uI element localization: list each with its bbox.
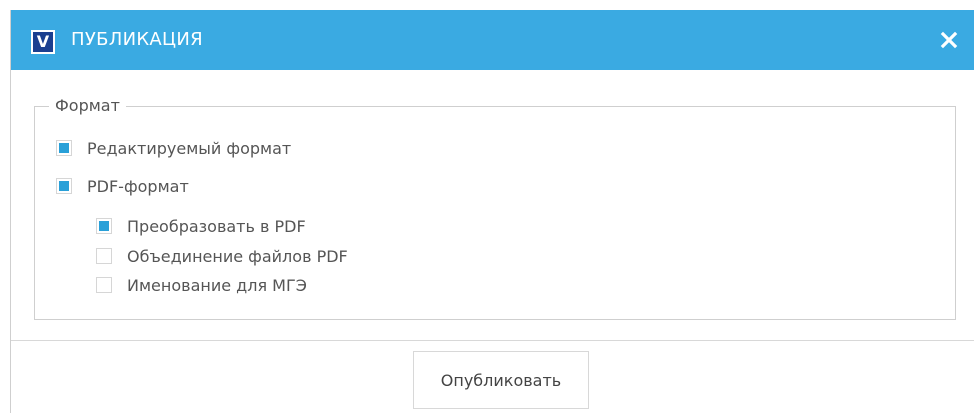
publish-button[interactable]: Опубликовать [413,351,589,409]
footer-divider [11,340,974,341]
naming-mge-option[interactable]: Именование для МГЭ [96,274,307,296]
editable-format-label: Редактируемый формат [87,138,292,158]
pdf-format-label: PDF-формат [87,176,189,196]
merge-pdf-checkbox[interactable] [96,248,112,264]
dialog-title: ПУБЛИКАЦИЯ [71,29,203,50]
naming-mge-label: Именование для МГЭ [127,275,307,295]
app-logo-icon: V [31,30,55,54]
convert-to-pdf-label: Преобразовать в PDF [127,216,306,236]
convert-to-pdf-option[interactable]: Преобразовать в PDF [96,215,306,237]
format-legend: Формат [49,96,126,115]
pdf-format-checkbox[interactable] [56,178,72,194]
editable-format-option[interactable]: Редактируемый формат [56,137,291,159]
publish-dialog: V ПУБЛИКАЦИЯ Формат Редактируемый формат… [10,10,974,413]
merge-pdf-option[interactable]: Объединение файлов PDF [96,245,348,267]
convert-to-pdf-checkbox[interactable] [96,218,112,234]
merge-pdf-label: Объединение файлов PDF [127,246,348,266]
dialog-titlebar: V ПУБЛИКАЦИЯ [11,10,974,70]
naming-mge-checkbox[interactable] [96,277,112,293]
close-icon[interactable] [937,28,961,52]
editable-format-checkbox[interactable] [56,140,72,156]
pdf-format-option[interactable]: PDF-формат [56,175,189,197]
